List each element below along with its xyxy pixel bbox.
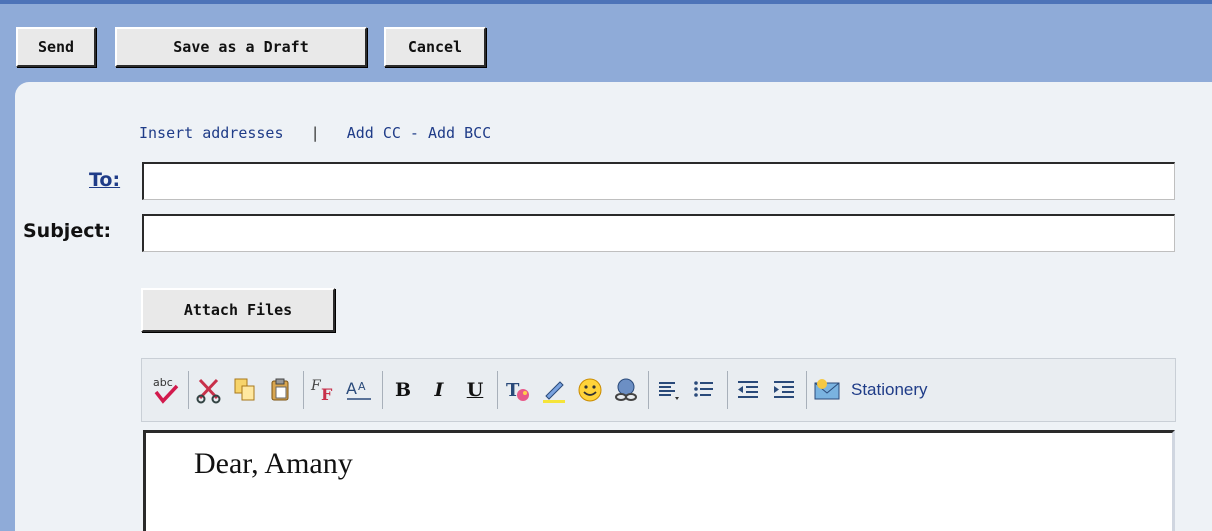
italic-icon[interactable]: I: [423, 373, 455, 407]
font-size-icon[interactable]: AA: [344, 373, 376, 407]
editor-toolbar: abc FF AA B I U T Stationery: [141, 358, 1176, 422]
bullet-list-icon[interactable]: [689, 373, 721, 407]
toolbar-divider: [382, 371, 383, 409]
highlight-icon[interactable]: [538, 373, 570, 407]
message-body-editor[interactable]: Dear, Amany: [143, 430, 1175, 531]
underline-icon[interactable]: U: [459, 373, 491, 407]
cancel-button[interactable]: Cancel: [384, 27, 486, 67]
add-cc-bcc-link[interactable]: Add CC - Add BCC: [347, 124, 492, 142]
align-icon[interactable]: [653, 373, 685, 407]
subject-label: Subject:: [23, 220, 112, 242]
toolbar-divider: [188, 371, 189, 409]
to-label-link[interactable]: To:: [89, 169, 120, 191]
indent-icon[interactable]: [768, 373, 800, 407]
message-body-text: Dear, Amany: [194, 447, 353, 480]
text-color-icon[interactable]: T: [502, 373, 534, 407]
link-icon[interactable]: [610, 373, 642, 407]
emoticon-icon[interactable]: [574, 373, 606, 407]
spellcheck-icon[interactable]: abc: [150, 373, 182, 407]
toolbar-divider: [648, 371, 649, 409]
subject-field[interactable]: [142, 214, 1175, 252]
outdent-icon[interactable]: [732, 373, 764, 407]
stationery-icon[interactable]: [811, 373, 843, 407]
toolbar-divider: [497, 371, 498, 409]
save-draft-button[interactable]: Save as a Draft: [115, 27, 367, 67]
copy-icon[interactable]: [229, 373, 261, 407]
link-separator: |: [310, 124, 320, 142]
svg-text:F: F: [321, 385, 333, 404]
font-icon[interactable]: FF: [308, 373, 340, 407]
insert-addresses-link[interactable]: Insert addresses: [139, 124, 284, 142]
send-button[interactable]: Send: [16, 27, 96, 67]
top-action-bar: Send Save as a Draft Cancel: [0, 0, 1212, 82]
paste-icon[interactable]: [265, 373, 297, 407]
to-field[interactable]: [142, 162, 1175, 200]
stationery-label[interactable]: Stationery: [851, 380, 928, 400]
toolbar-divider: [806, 371, 807, 409]
address-links: Insert addresses | Add CC - Add BCC: [139, 124, 491, 142]
toolbar-divider: [303, 371, 304, 409]
svg-text:A: A: [346, 379, 357, 398]
bold-icon[interactable]: B: [387, 373, 419, 407]
svg-text:A: A: [358, 380, 366, 393]
svg-text:abc: abc: [153, 376, 173, 389]
toolbar-divider: [727, 371, 728, 409]
cut-icon[interactable]: [193, 373, 225, 407]
attach-files-button[interactable]: Attach Files: [141, 288, 335, 332]
